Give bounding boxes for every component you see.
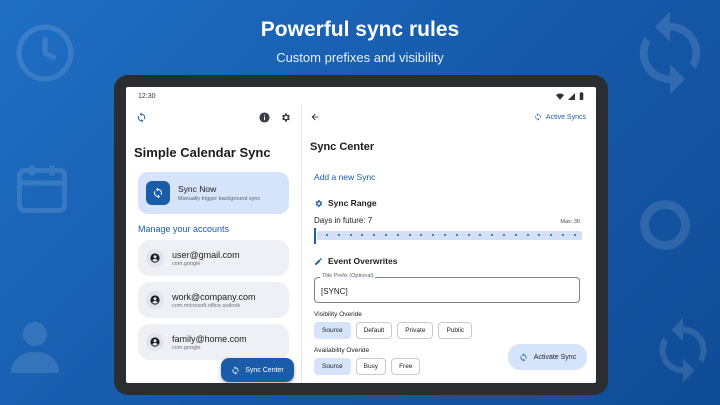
person-icon	[146, 333, 164, 351]
account-item[interactable]: family@home.com com.google	[138, 324, 289, 360]
slider-step-dot	[326, 234, 328, 236]
sync-icon	[535, 113, 541, 121]
active-syncs-button[interactable]: Active Syncs	[534, 113, 586, 121]
battery-icon	[579, 92, 584, 100]
add-sync-link[interactable]: Add a new Sync	[314, 172, 596, 182]
days-slider[interactable]	[314, 228, 582, 244]
status-bar: 12:30	[126, 87, 596, 105]
slider-step-dot	[432, 234, 435, 236]
slider-step-dot	[420, 234, 423, 236]
sync-range-heading: Sync Range	[314, 198, 596, 208]
app-title: Simple Calendar Sync	[134, 145, 271, 160]
slider-step-dot	[573, 234, 576, 236]
sync-range-title: Sync Range	[328, 198, 377, 208]
signal-icon	[568, 92, 575, 100]
sync-now-button[interactable]: Sync Now Manually trigger background syn…	[138, 172, 289, 214]
person-icon	[146, 291, 164, 309]
slider-step-dot	[491, 234, 494, 236]
visibility-chip-default[interactable]: Default	[355, 322, 393, 339]
availability-chip-free[interactable]: Free	[391, 358, 421, 375]
sync-center-fab[interactable]: Sync Center	[221, 358, 294, 382]
fab-label: Sync Center	[245, 366, 284, 374]
account-email: family@home.com	[172, 333, 247, 344]
visibility-chips: Source Default Private Public	[314, 322, 596, 339]
person-icon	[146, 249, 164, 267]
account-type: com.google	[172, 260, 201, 267]
max-label: Max: 30	[560, 219, 580, 225]
activate-sync-label: Activate Sync	[533, 353, 577, 361]
slider-step-dot	[408, 234, 411, 236]
slider-thumb[interactable]	[314, 228, 316, 244]
sync-icon	[146, 181, 170, 205]
title-prefix-label: Title Prefix (Optional)	[320, 273, 376, 279]
back-arrow-icon[interactable]	[310, 112, 320, 122]
slider-step-dot	[550, 234, 553, 236]
slider-step-dot	[443, 234, 446, 236]
visibility-chip-source[interactable]: Source	[314, 322, 351, 339]
active-syncs-label: Active Syncs	[545, 113, 586, 121]
sync-now-title: Sync Now	[178, 184, 217, 194]
visibility-chip-public[interactable]: Public	[438, 322, 473, 339]
slider-step-dot	[502, 234, 505, 236]
app-screen: 12:30 Simple Calendar Sync Sync Now Manu…	[126, 87, 596, 383]
sync-icon[interactable]	[136, 111, 147, 123]
account-item[interactable]: user@gmail.com com.google	[138, 240, 289, 276]
wifi-icon	[556, 93, 564, 100]
slider-step-dot	[396, 234, 399, 236]
account-email: work@company.com	[172, 291, 256, 302]
activate-sync-button[interactable]: Activate Sync	[508, 344, 587, 370]
account-type: com.google	[172, 344, 201, 351]
slider-step-dot	[526, 234, 529, 236]
days-in-future-label: Days in future: 7	[314, 216, 373, 225]
manage-accounts-label: Manage your accounts	[138, 224, 230, 234]
hero-title: Powerful sync rules	[260, 18, 460, 41]
tablet-frame: 12:30 Simple Calendar Sync Sync Now Manu…	[114, 75, 608, 395]
status-time: 12:30	[138, 92, 156, 100]
slider-step-dot	[514, 234, 517, 236]
hero-subtitle: Custom prefixes and visibility	[276, 50, 444, 65]
pencil-icon	[315, 257, 322, 265]
gear-icon	[640, 200, 690, 250]
sync-center-pane: Active Syncs Sync Center Add a new Sync …	[302, 105, 596, 383]
sync-icon	[520, 352, 527, 362]
account-item[interactable]: work@company.com com.microsoft.office.ou…	[138, 282, 289, 318]
account-email: user@gmail.com	[172, 249, 240, 260]
sync-icon	[232, 365, 239, 375]
account-type: com.microsoft.office.outlook	[172, 302, 241, 309]
sync-icon	[659, 317, 707, 383]
availability-chip-busy[interactable]: Busy	[355, 358, 387, 375]
slider-step-dot	[479, 234, 482, 236]
slider-step-dot	[349, 234, 352, 236]
slider-step-dot	[337, 234, 340, 236]
slider-step-dot	[561, 234, 564, 236]
availability-chip-source[interactable]: Source	[314, 358, 351, 375]
accounts-pane: Simple Calendar Sync Sync Now Manually t…	[126, 105, 302, 383]
info-icon[interactable]	[259, 111, 270, 123]
visibility-chip-private[interactable]: Private	[397, 322, 434, 339]
slider-step-dot	[361, 234, 364, 236]
calendar-icon	[17, 165, 67, 213]
slider-step-dot	[384, 234, 387, 236]
slider-step-dot	[455, 234, 458, 236]
gear-icon	[315, 199, 323, 207]
visibility-label: Visibility Overide	[314, 311, 362, 318]
title-prefix-value: [SYNC]	[321, 287, 348, 296]
people-icon	[11, 322, 59, 373]
slider-step-dot	[538, 234, 541, 236]
event-overwrites-title: Event Overwrites	[328, 256, 398, 266]
page-title: Sync Center	[310, 141, 375, 153]
title-prefix-field[interactable]: Title Prefix (Optional) [SYNC]	[314, 273, 580, 303]
event-overwrites-heading: Event Overwrites	[314, 256, 596, 266]
sync-now-subtitle: Manually trigger background sync	[178, 196, 261, 202]
slider-step-dot	[373, 234, 376, 236]
slider-step-dot	[467, 234, 470, 236]
settings-gear-icon[interactable]	[280, 112, 291, 123]
